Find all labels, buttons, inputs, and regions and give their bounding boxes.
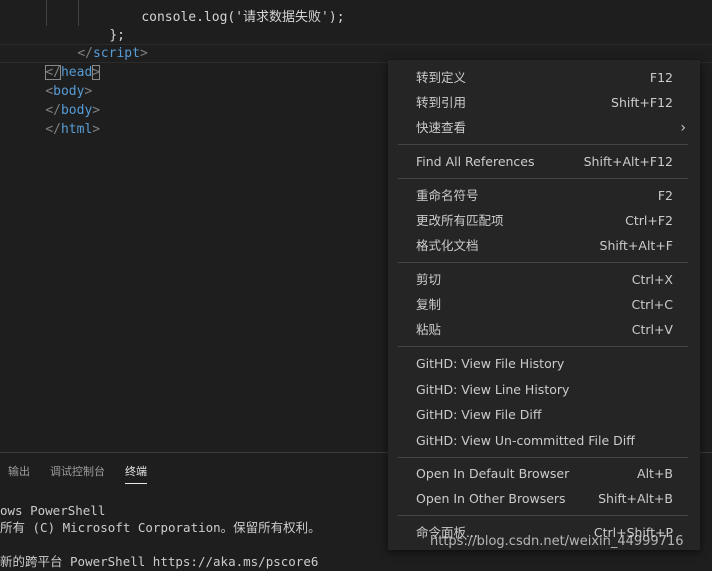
menu-item-label: 转到定义	[416, 70, 467, 85]
terminal-line: 所有 (C) Microsoft Corporation。保留所有权利。	[0, 520, 321, 535]
menu-item-go-to-definition[interactable]: 转到定义 F12	[388, 66, 700, 90]
menu-item-shortcut: Shift+Alt+B	[598, 491, 673, 506]
code-line-close-brace[interactable]: };	[78, 7, 125, 43]
menu-item-label: GitHD: View Un-committed File Diff	[416, 433, 635, 448]
menu-item-label: 复制	[416, 297, 442, 312]
menu-item-go-to-references[interactable]: 转到引用 Shift+F12	[388, 91, 700, 115]
menu-item-format-document[interactable]: 格式化文档 Shift+Alt+F	[388, 234, 700, 258]
menu-item-shortcut: Shift+Alt+F	[599, 238, 673, 253]
menu-item-shortcut: Alt+B	[637, 466, 673, 481]
code-line-close-script[interactable]: </script>	[46, 25, 147, 61]
menu-item-find-all-references[interactable]: Find All References Shift+Alt+F12	[388, 150, 700, 174]
menu-item-label: 剪切	[416, 272, 442, 287]
code-line-close-body[interactable]: </body>	[14, 82, 100, 118]
code-punc: >	[139, 46, 148, 61]
menu-item-shortcut: Shift+F12	[611, 95, 673, 110]
menu-item-githd-view-uncommitted-diff[interactable]: GitHD: View Un-committed File Diff	[388, 429, 700, 453]
menu-item-paste[interactable]: 粘贴 Ctrl+V	[388, 318, 700, 342]
menu-item-open-default-browser[interactable]: Open In Default Browser Alt+B	[388, 462, 700, 486]
menu-separator	[398, 515, 688, 516]
menu-item-label: GitHD: View File History	[416, 356, 565, 371]
menu-item-label: 格式化文档	[416, 238, 479, 253]
tab-debug-console[interactable]: 调试控制台	[50, 463, 105, 479]
menu-separator	[398, 346, 688, 347]
menu-item-shortcut: Ctrl+V	[631, 322, 673, 337]
menu-separator	[398, 144, 688, 145]
code-tag: html	[60, 122, 93, 137]
code-text: console.log('请求数据失败');	[141, 10, 345, 25]
menu-item-change-all-occurrences[interactable]: 更改所有匹配项 Ctrl+F2	[388, 209, 700, 233]
tab-terminal[interactable]: 终端	[125, 463, 147, 484]
menu-item-rename-symbol[interactable]: 重命名符号 F2	[388, 184, 700, 208]
menu-item-githd-view-file-history[interactable]: GitHD: View File History	[388, 352, 700, 376]
menu-item-shortcut: F12	[649, 70, 673, 85]
menu-separator	[398, 262, 688, 263]
menu-item-shortcut: Shift+Alt+F12	[583, 154, 673, 169]
menu-item-copy[interactable]: 复制 Ctrl+C	[388, 293, 700, 317]
menu-separator	[398, 457, 688, 458]
menu-item-label: Find All References	[416, 154, 535, 169]
context-menu: 转到定义 F12 转到引用 Shift+F12 快速查看 › Find All …	[388, 60, 700, 550]
menu-item-shortcut: F2	[657, 188, 673, 203]
code-line-console[interactable]: console.log('请求数据失败');	[110, 0, 344, 25]
indent-guide	[46, 0, 47, 26]
code-punc: >	[92, 122, 101, 137]
code-line-close-html[interactable]: </html>	[14, 101, 100, 137]
menu-item-label: 更改所有匹配项	[416, 213, 504, 228]
bracket-match: >	[92, 65, 101, 80]
menu-item-shortcut: Ctrl+C	[631, 297, 673, 312]
menu-item-label: Open In Other Browsers	[416, 491, 566, 506]
code-line-open-body[interactable]: <body>	[14, 63, 92, 99]
menu-item-label: GitHD: View Line History	[416, 382, 570, 397]
menu-item-cut[interactable]: 剪切 Ctrl+X	[388, 268, 700, 292]
menu-item-githd-view-file-diff[interactable]: GitHD: View File Diff	[388, 403, 700, 427]
menu-item-shortcut: Ctrl+F2	[625, 213, 673, 228]
menu-item-shortcut: Ctrl+X	[631, 272, 673, 287]
code-punc: </	[45, 122, 61, 137]
terminal-line: 新的跨平台 PowerShell https://aka.ms/pscore6	[0, 554, 319, 569]
chevron-right-icon: ›	[680, 120, 686, 136]
terminal-line: ows PowerShell	[0, 503, 106, 518]
menu-item-githd-view-line-history[interactable]: GitHD: View Line History	[388, 378, 700, 402]
menu-item-label: GitHD: View File Diff	[416, 407, 542, 422]
menu-item-label: Open In Default Browser	[416, 466, 570, 481]
menu-item-label: 转到引用	[416, 95, 467, 110]
menu-item-open-other-browsers[interactable]: Open In Other Browsers Shift+Alt+B	[388, 487, 700, 511]
menu-item-peek[interactable]: 快速查看 ›	[388, 116, 700, 140]
code-line-close-head[interactable]: </head>	[14, 44, 101, 80]
watermark: https://blog.csdn.net/weixin_44999716	[430, 534, 684, 549]
tab-output[interactable]: 输出	[8, 463, 30, 479]
menu-item-label: 重命名符号	[416, 188, 479, 203]
menu-item-label: 粘贴	[416, 322, 442, 337]
menu-item-label: 快速查看	[416, 120, 467, 135]
menu-separator	[398, 178, 688, 179]
